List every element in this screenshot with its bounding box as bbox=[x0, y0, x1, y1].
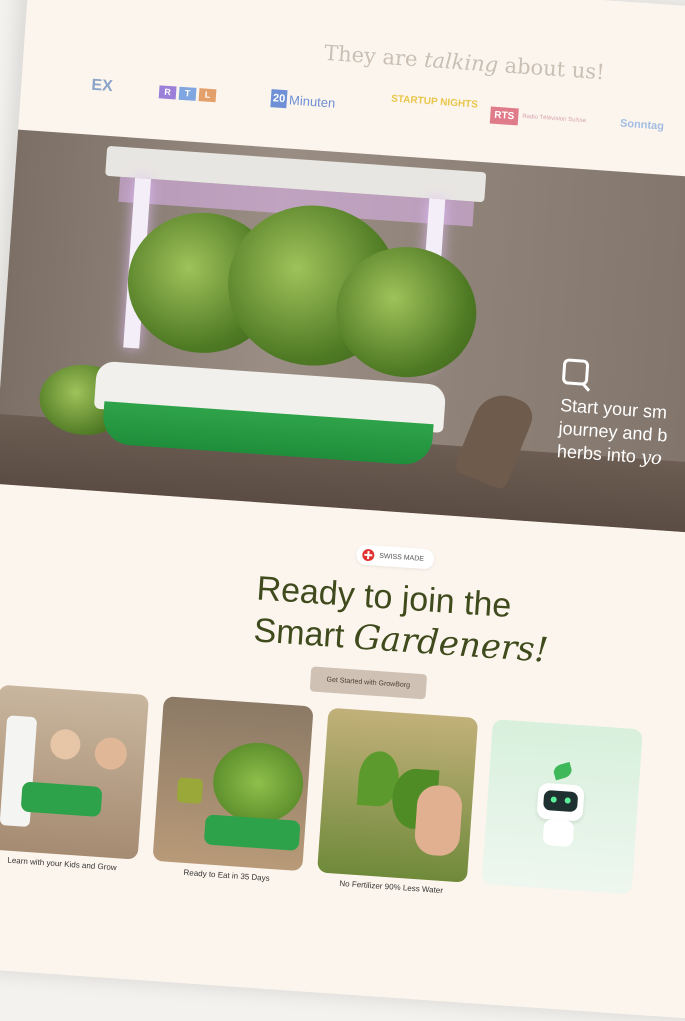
feature-card-harvest[interactable]: Ready to Eat in 35 Days bbox=[152, 696, 314, 883]
green-tray bbox=[20, 781, 103, 817]
badge-label: SWISS MADE bbox=[379, 552, 425, 563]
card-image bbox=[481, 719, 643, 895]
child-figure bbox=[49, 728, 82, 761]
minuten-number: 20 bbox=[270, 89, 288, 109]
card-image bbox=[317, 708, 478, 883]
press-logo-20-minuten[interactable]: 20 Minuten bbox=[270, 89, 336, 111]
feature-card-eco[interactable]: No Fertilizer 90% Less Water bbox=[317, 707, 479, 895]
get-started-button[interactable]: Get Started with GrowBorg bbox=[309, 666, 427, 700]
growborg-logo-icon bbox=[561, 358, 590, 386]
card-image bbox=[0, 685, 149, 860]
herb-plant bbox=[210, 739, 306, 826]
main-headline: Ready to join the Smart Gardeners! bbox=[252, 567, 552, 671]
press-title-pre: They are bbox=[323, 40, 419, 72]
hero-banner: Start your sm journey and b herbs into y… bbox=[0, 129, 685, 537]
feature-card-robot[interactable] bbox=[481, 719, 643, 895]
robot-body bbox=[542, 818, 575, 847]
hero-line-italic: yo bbox=[640, 446, 663, 470]
landing-page: They are talking about us! EX R T L 20 M… bbox=[0, 0, 685, 1021]
rts-subtitle: Radio Télévision Suisse bbox=[522, 113, 587, 125]
rtl-letter: R bbox=[158, 85, 177, 100]
sprout-icon bbox=[552, 761, 574, 781]
press-title-italic: talking bbox=[423, 47, 499, 77]
card-image bbox=[152, 696, 313, 871]
press-logo-rtl[interactable]: R T L bbox=[158, 85, 217, 103]
robot-face bbox=[542, 789, 579, 813]
swiss-made-badge: SWISS MADE bbox=[355, 544, 435, 570]
child-figure bbox=[93, 736, 128, 771]
swiss-flag-icon bbox=[361, 548, 375, 562]
press-logo-sonntag[interactable]: Sonntag bbox=[620, 118, 665, 133]
robot-mascot-icon bbox=[536, 782, 585, 822]
press-logo-ex[interactable]: EX bbox=[91, 77, 113, 96]
hero-tagline: Start your sm journey and b herbs into y… bbox=[556, 394, 670, 470]
rts-badge: RTS bbox=[489, 106, 519, 126]
rtl-letter: L bbox=[198, 88, 217, 103]
pesto-jar bbox=[176, 777, 204, 805]
green-tray bbox=[203, 814, 301, 851]
headline-line2-pre: Smart bbox=[252, 611, 346, 656]
press-logo-rts[interactable]: RTS Radio Télévision Suisse bbox=[489, 106, 587, 129]
rtl-letter: T bbox=[178, 86, 197, 101]
feature-card-kids[interactable]: Learn with your Kids and Grow bbox=[0, 684, 150, 872]
press-title: They are talking about us! bbox=[323, 41, 605, 85]
press-title-post: about us! bbox=[503, 53, 606, 85]
hero-line-pre: herbs into bbox=[556, 440, 637, 467]
hand bbox=[413, 784, 464, 858]
press-logo-startup-nights[interactable]: STARTUP NIGHTS bbox=[391, 94, 478, 111]
minuten-word: Minuten bbox=[288, 91, 336, 111]
